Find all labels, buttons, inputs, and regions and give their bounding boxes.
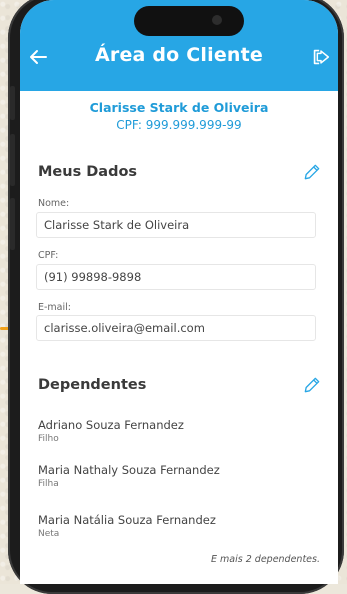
page-title: Área do Cliente [94, 44, 264, 66]
section-title-meus-dados: Meus Dados [38, 164, 138, 180]
more-dependents-link[interactable]: E mais 2 dependentes. [211, 554, 320, 565]
email-field[interactable]: clarisse.oliveira@email.com [36, 315, 316, 341]
client-name: Clarisse Stark de Oliveira [89, 100, 269, 115]
dependent-name: Maria Natália Souza Fernandez [38, 513, 216, 527]
cpf-field[interactable]: (91) 99898-9898 [36, 264, 316, 290]
pencil-icon [304, 164, 320, 180]
edit-data-button[interactable] [302, 162, 322, 182]
logout-icon [313, 49, 330, 65]
side-button-upper [10, 86, 15, 120]
edit-dependents-button[interactable] [302, 375, 322, 395]
dependent-name: Maria Nathaly Souza Fernandez [38, 463, 220, 477]
field-label-nome: Nome: [38, 198, 70, 209]
app-header: Área do Cliente [20, 0, 338, 91]
client-cpf: CPF: 999.999.999-99 [116, 118, 242, 132]
side-button-middle [10, 134, 15, 186]
field-label-cpf: CPF: [38, 250, 59, 261]
dependent-relation: Filho [38, 434, 59, 444]
phone-notch [134, 6, 244, 36]
field-label-email: E-mail: [38, 302, 71, 313]
app-screen: Área do Cliente Clarisse Stark de Olivei… [20, 0, 338, 584]
nome-field[interactable]: Clarisse Stark de Oliveira [36, 212, 316, 238]
dependent-relation: Filha [38, 479, 59, 489]
dependent-name: Adriano Souza Fernandez [38, 418, 184, 432]
pencil-icon [304, 377, 320, 393]
dependent-relation: Neta [38, 529, 60, 539]
camera-icon [212, 15, 222, 25]
side-button-lower [10, 198, 15, 250]
section-title-dependentes: Dependentes [38, 377, 147, 393]
logout-button[interactable] [310, 46, 332, 68]
